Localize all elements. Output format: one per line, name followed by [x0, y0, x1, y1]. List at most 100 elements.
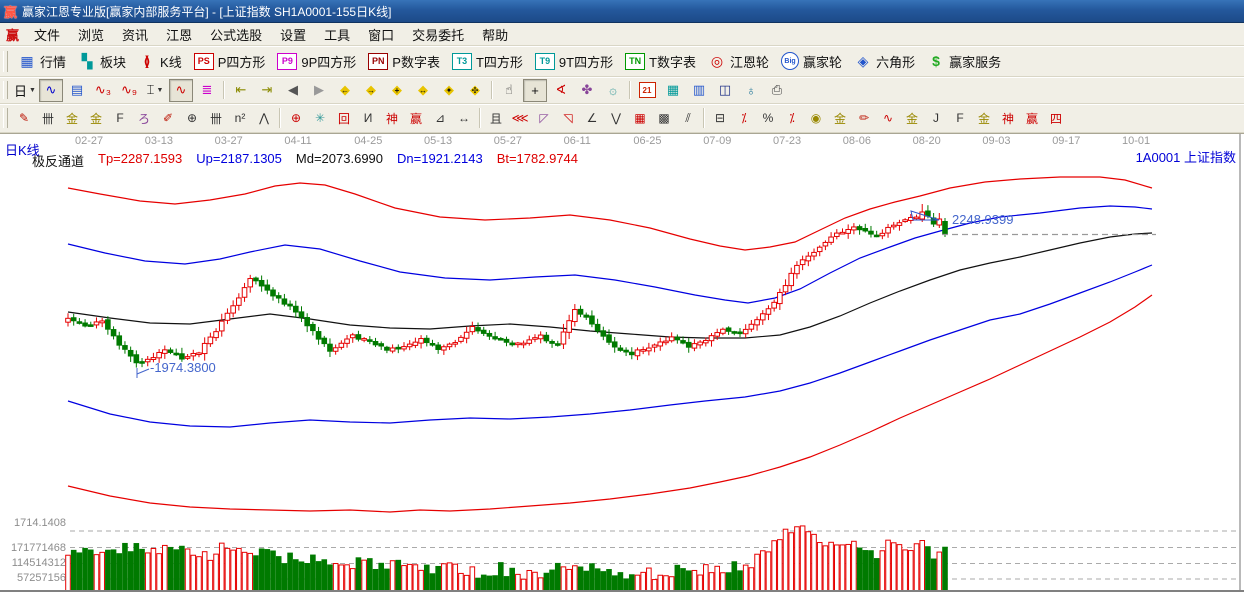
- export-tool[interactable]: ♁: [739, 79, 763, 102]
- save-tool[interactable]: ◫: [713, 79, 737, 102]
- gann-circle[interactable]: ⊕: [285, 108, 307, 129]
- toolbar-button-winner-wheel[interactable]: Big赢家轮: [775, 49, 848, 73]
- diamond-left[interactable]: ◆←: [333, 79, 357, 102]
- gold-underline[interactable]: 金: [901, 108, 923, 129]
- menu-tools[interactable]: 工具: [315, 26, 359, 45]
- toolbar-button-9t-square[interactable]: T99T四方形: [529, 49, 619, 73]
- n2-grid[interactable]: n²: [229, 108, 251, 129]
- wave-line[interactable]: ∿: [877, 108, 899, 129]
- ruler-123[interactable]: ⊿: [429, 108, 451, 129]
- red-zone-tool[interactable]: ∿: [169, 79, 193, 102]
- toolbar-grip[interactable]: [3, 108, 8, 128]
- diamond-expand[interactable]: ◆✦: [437, 79, 461, 102]
- toolbar-grip[interactable]: [3, 81, 8, 99]
- width-tool[interactable]: ↔: [453, 108, 475, 129]
- pencil-tool[interactable]: ✎: [13, 108, 35, 129]
- toolbar-button-p-number-table[interactable]: PNP数字表: [362, 49, 446, 73]
- gann-fan[interactable]: ⋘: [509, 108, 531, 129]
- right-scrollbar-track[interactable]: [1239, 134, 1241, 590]
- menu-browse[interactable]: 浏览: [69, 26, 113, 45]
- period-selector[interactable]: 日▼: [13, 79, 37, 102]
- box-fan[interactable]: ◹: [557, 108, 579, 129]
- percent-tool[interactable]: %: [757, 108, 779, 129]
- crosshair-tool[interactable]: +: [523, 79, 547, 102]
- box-ruler[interactable]: 且: [485, 108, 507, 129]
- angle-mirror[interactable]: ⋀: [253, 108, 275, 129]
- toolbar-button-9p-square[interactable]: P99P四方形: [271, 49, 362, 73]
- menu-news[interactable]: 资讯: [113, 26, 157, 45]
- spiral-grid[interactable]: 回: [333, 108, 355, 129]
- toolbar-button-t-number-table[interactable]: TNT数字表: [619, 49, 702, 73]
- scale-tool[interactable]: ⊟: [709, 108, 731, 129]
- pattern-tool[interactable]: ۞: [601, 79, 625, 102]
- menu-gann[interactable]: 江恩: [157, 26, 201, 45]
- wave3-tool[interactable]: ∿₃: [91, 79, 115, 102]
- toolbar-button-sectors[interactable]: ▚板块: [72, 49, 132, 73]
- period-selector-dropdown-arrow[interactable]: ▼: [29, 87, 36, 94]
- brush-ruler[interactable]: ✏: [853, 108, 875, 129]
- hand-tool[interactable]: ☝: [497, 79, 521, 102]
- menu-trade-entrust[interactable]: 交易委托: [403, 26, 473, 45]
- toolbar-button-gann-wheel[interactable]: ◎江恩轮: [702, 49, 775, 73]
- gold-line[interactable]: 金: [829, 108, 851, 129]
- toolbar-button-t-square[interactable]: T3T四方形: [446, 49, 529, 73]
- prev-bar-button[interactable]: ◀: [281, 79, 305, 102]
- fan-box[interactable]: ◸: [533, 108, 555, 129]
- toolbar-button-kline[interactable]: ≬K线: [132, 49, 188, 73]
- purple-tool[interactable]: ✤: [575, 79, 599, 102]
- star-grid[interactable]: ✳: [309, 108, 331, 129]
- first-bar-button[interactable]: ⇤: [229, 79, 253, 102]
- plain-ruler[interactable]: 卌: [205, 108, 227, 129]
- j-angle[interactable]: J: [925, 108, 947, 129]
- toolbar-button-p-square[interactable]: PSP四方形: [188, 49, 272, 73]
- percent-line-red[interactable]: ⁒: [733, 108, 755, 129]
- f-grid[interactable]: F: [109, 108, 131, 129]
- kline-chart-area[interactable]: 日K线 02-2703-1303-2704-1104-2505-1305-270…: [0, 133, 1244, 592]
- calculator-tool[interactable]: ▦: [661, 79, 685, 102]
- menu-formula-stock-pick[interactable]: 公式选股: [201, 26, 271, 45]
- print-tool[interactable]: ⎙: [765, 79, 789, 102]
- info-doc-tool[interactable]: ▤: [65, 79, 89, 102]
- toolbar-grip[interactable]: [3, 51, 8, 72]
- ying-grid[interactable]: 赢: [405, 108, 427, 129]
- grid-ruler[interactable]: 卌: [37, 108, 59, 129]
- shen-angle[interactable]: 神: [997, 108, 1019, 129]
- toolbar-button-winner-service[interactable]: $赢家服务: [921, 49, 1007, 73]
- si-angle[interactable]: 四: [1045, 108, 1067, 129]
- candle-style-selector[interactable]: ⌶▼: [143, 79, 167, 102]
- angle-line-tool[interactable]: ∢: [549, 79, 573, 102]
- f-angle[interactable]: F: [949, 108, 971, 129]
- next-bar-button[interactable]: ▶: [307, 79, 331, 102]
- gold-circle[interactable]: ◉: [805, 108, 827, 129]
- diamond-center[interactable]: ◆+: [385, 79, 409, 102]
- wave9-tool[interactable]: ∿₉: [117, 79, 141, 102]
- parallel-lines[interactable]: ⫽: [677, 108, 699, 129]
- volume-profile-tool[interactable]: ≣: [195, 79, 219, 102]
- zone-select-tool[interactable]: ∿: [39, 79, 63, 102]
- toolbar-button-hexagon[interactable]: ◈六角形: [848, 49, 921, 73]
- gold-grid-2[interactable]: 金: [85, 108, 107, 129]
- gold-grid-1[interactable]: 金: [61, 108, 83, 129]
- notes-tool[interactable]: ▥: [687, 79, 711, 102]
- v-lines-tool[interactable]: ⋁: [605, 108, 627, 129]
- grid-box-red[interactable]: ▦: [629, 108, 651, 129]
- brush-grid[interactable]: ✐: [157, 108, 179, 129]
- candle-style-selector-dropdown-arrow[interactable]: ▼: [156, 87, 163, 94]
- title-bar[interactable]: 赢 赢家江恩专业版[赢家内部服务平台] - [上证指数 SH1A0001-155…: [0, 0, 1244, 23]
- calendar-tool[interactable]: 21: [635, 79, 659, 102]
- menu-settings[interactable]: 设置: [271, 26, 315, 45]
- diamond-right[interactable]: ◆→: [359, 79, 383, 102]
- trend-line-tool[interactable]: ∠: [581, 108, 603, 129]
- menu-window[interactable]: 窗口: [359, 26, 403, 45]
- gold-angle[interactable]: 金: [973, 108, 995, 129]
- grid-box-arrow[interactable]: ▩: [653, 108, 675, 129]
- toolbar-button-quotes[interactable]: ▦行情: [12, 49, 72, 73]
- percent-eq[interactable]: ⁒: [781, 108, 803, 129]
- n-mark[interactable]: И: [357, 108, 379, 129]
- menu-help[interactable]: 帮助: [473, 26, 517, 45]
- ying-angle[interactable]: 赢: [1021, 108, 1043, 129]
- bow-grid[interactable]: ろ: [133, 108, 155, 129]
- last-bar-button[interactable]: ⇥: [255, 79, 279, 102]
- menu-file[interactable]: 文件: [25, 26, 69, 45]
- circle-grid[interactable]: ⊕: [181, 108, 203, 129]
